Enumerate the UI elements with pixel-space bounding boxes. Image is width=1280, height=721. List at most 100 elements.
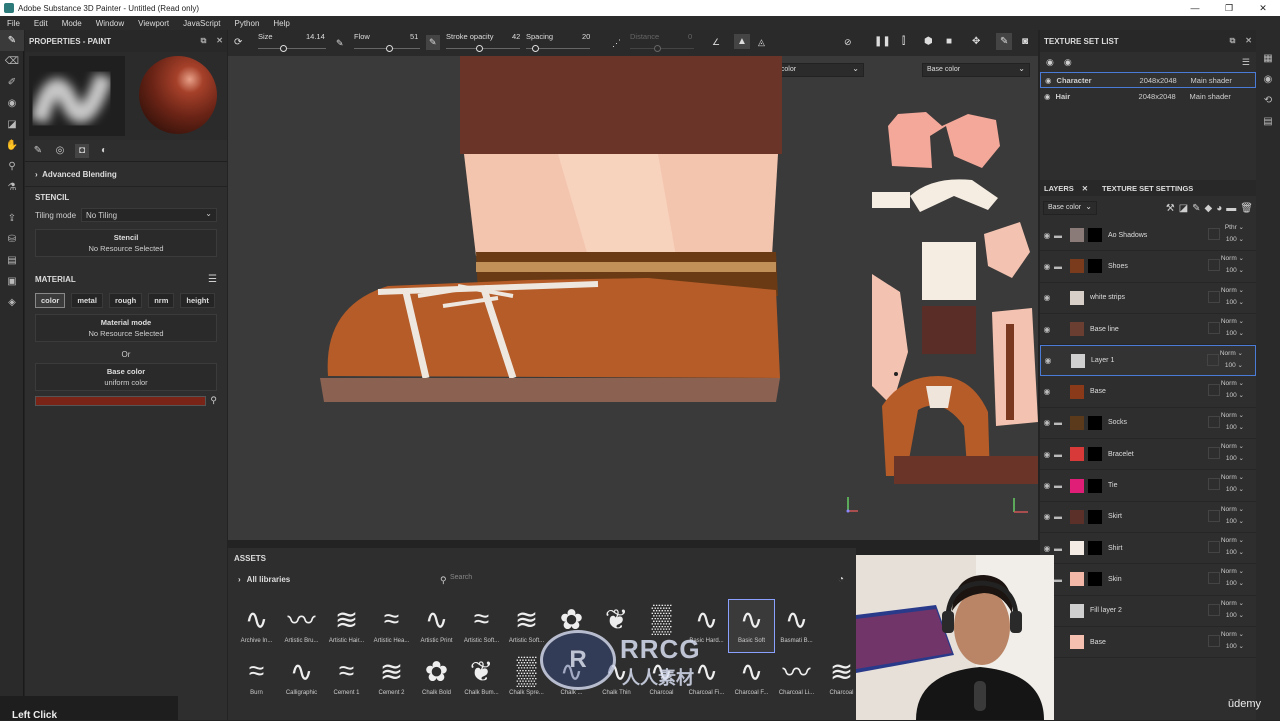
eye-icon[interactable]: ◉ bbox=[1040, 387, 1054, 396]
layer-blend[interactable]: Norm ⌄ 100 ⌄ bbox=[1221, 410, 1244, 434]
float-icon[interactable]: ⧉ bbox=[1230, 36, 1236, 46]
flow-slider-knob[interactable] bbox=[386, 45, 393, 52]
maximize-icon[interactable]: ❐ bbox=[1212, 3, 1246, 14]
brush-item[interactable]: ✿ Chalk Bold bbox=[414, 652, 459, 704]
brush-item[interactable]: ❦ Chalk Bum... bbox=[459, 652, 504, 704]
stencil-resource-box[interactable]: Stencil No Resource Selected bbox=[35, 229, 217, 257]
brush-item[interactable]: ≋ Cement 2 bbox=[369, 652, 414, 704]
layer-row[interactable]: ◉ Layer 1 Norm ⌄ 100 ⌄ bbox=[1040, 345, 1256, 377]
base-color-box[interactable]: Base color uniform color bbox=[35, 363, 217, 391]
layer-blend[interactable]: Norm ⌄ 100 ⌄ bbox=[1221, 504, 1244, 528]
chip-height[interactable]: height bbox=[180, 293, 215, 308]
brush-item[interactable]: ∿ Artistic Print bbox=[414, 600, 459, 652]
eye-icon[interactable]: ◉ bbox=[1040, 512, 1054, 521]
minimize-icon[interactable]: — bbox=[1178, 3, 1212, 14]
brush-item[interactable]: ≈ Cement 1 bbox=[324, 652, 369, 704]
stroke-opacity-slider[interactable] bbox=[446, 45, 520, 52]
visibility-icon[interactable]: ◉ bbox=[1064, 57, 1072, 68]
layer-checkbox[interactable] bbox=[1208, 572, 1220, 585]
layer-row[interactable]: ◉ ▬ Socks Norm ⌄ 100 ⌄ bbox=[1040, 408, 1256, 440]
layer-blend[interactable]: Norm ⌄ 100 ⌄ bbox=[1221, 253, 1244, 277]
brush-item[interactable]: ≈ Burn bbox=[234, 652, 279, 704]
flow-slider[interactable] bbox=[354, 45, 420, 52]
log-icon[interactable]: ▤ bbox=[1256, 111, 1280, 132]
layer-checkbox[interactable] bbox=[1208, 509, 1220, 522]
eye-icon[interactable]: ◉ bbox=[1045, 76, 1052, 85]
eye-icon[interactable]: ◉ bbox=[1040, 262, 1054, 271]
layer-row[interactable]: ◉ ▬ Skirt Norm ⌄ 100 ⌄ bbox=[1040, 502, 1256, 533]
list-menu-icon[interactable]: ☰ bbox=[1242, 57, 1250, 68]
layer-checkbox[interactable] bbox=[1207, 354, 1219, 367]
layer-blend[interactable]: Norm ⌄ 100 ⌄ bbox=[1221, 566, 1244, 590]
viewport-uv[interactable]: Base color bbox=[872, 56, 1038, 540]
brush-item[interactable]: ≋ Artistic Hair... bbox=[324, 600, 369, 652]
add-fill-layer-icon[interactable]: ◆ bbox=[1205, 203, 1213, 214]
eye-icon[interactable]: ◉ bbox=[1040, 450, 1054, 459]
advanced-blending-toggle[interactable]: › Advanced Blending bbox=[35, 164, 217, 184]
brush-item[interactable]: ∿ Basmati B... bbox=[774, 600, 819, 652]
chip-rough[interactable]: rough bbox=[108, 293, 143, 308]
layer-blend[interactable]: Norm ⌄ 100 ⌄ bbox=[1221, 285, 1244, 309]
menu-window[interactable]: Window bbox=[89, 19, 131, 28]
texture-set-row[interactable]: ◉ Hair 2048x2048 Main shader bbox=[1040, 88, 1256, 104]
eye-icon[interactable]: ◉ bbox=[1040, 231, 1054, 240]
layer-row[interactable]: ◉BaseNorm ⌄100 ⌄ bbox=[1040, 627, 1256, 659]
layer-row[interactable]: ◉ ▬ Tie Norm ⌄ 100 ⌄ bbox=[1040, 470, 1256, 502]
brush-item[interactable]: ≈ Artistic Hea... bbox=[369, 600, 414, 652]
layer-mask[interactable] bbox=[1088, 447, 1102, 462]
distance-icon[interactable]: ⋰ bbox=[612, 38, 621, 49]
camera-icon[interactable]: ▣ bbox=[0, 271, 24, 292]
eraser-icon[interactable]: ⌫ bbox=[0, 51, 24, 72]
color-picker-icon[interactable]: ⚗ bbox=[0, 177, 24, 198]
layer-row[interactable]: ◉BaseNorm ⌄100 ⌄ bbox=[1040, 376, 1256, 408]
layer-checkbox[interactable] bbox=[1208, 540, 1220, 553]
layer-blend[interactable]: Norm ⌄ 100 ⌄ bbox=[1221, 535, 1244, 559]
layer-blend[interactable]: Norm ⌄ 100 ⌄ bbox=[1220, 348, 1243, 372]
eye-icon[interactable]: ◉ bbox=[1040, 293, 1054, 302]
brush-item[interactable]: ≈ Artistic Soft... bbox=[459, 600, 504, 652]
hide-icon[interactable]: ⊘ bbox=[844, 37, 852, 48]
brush-tab-icon[interactable]: ✎ bbox=[31, 144, 45, 158]
add-effect-icon[interactable]: ⚒ bbox=[1166, 203, 1175, 214]
layer-row[interactable]: ◉Fill layer 2Norm ⌄100 ⌄ bbox=[1040, 596, 1256, 627]
material-menu-icon[interactable]: ☰ bbox=[208, 274, 217, 285]
material-tab-icon[interactable]: ◐ bbox=[97, 144, 111, 158]
layer-mask[interactable] bbox=[1088, 228, 1102, 243]
size-slider[interactable] bbox=[258, 45, 326, 52]
layer-checkbox[interactable] bbox=[1208, 290, 1220, 303]
eye-icon[interactable]: ◉ bbox=[1040, 418, 1054, 427]
layer-checkbox[interactable] bbox=[1208, 384, 1220, 397]
layer-blend[interactable]: Norm ⌄ 100 ⌄ bbox=[1221, 378, 1244, 402]
panel-close-icon[interactable]: ✕ bbox=[216, 36, 223, 46]
stroke-opacity-knob[interactable] bbox=[476, 45, 483, 52]
hide-all-icon[interactable]: ◉ bbox=[1046, 57, 1054, 68]
menu-help[interactable]: Help bbox=[266, 19, 296, 28]
shelf-icon[interactable]: ◈ bbox=[0, 292, 24, 313]
video-camera-icon[interactable]: ■ bbox=[946, 36, 952, 47]
projection-icon[interactable]: ✐ bbox=[0, 72, 24, 93]
eyedropper-icon[interactable]: ⚲ bbox=[210, 395, 217, 406]
folder-icon[interactable]: ▬ bbox=[1054, 418, 1066, 427]
alpha-tab-icon[interactable]: ◎ bbox=[53, 144, 67, 158]
channel-select-2d[interactable]: Base color bbox=[922, 63, 1030, 77]
menu-mode[interactable]: Mode bbox=[55, 19, 89, 28]
filter-icon[interactable]: ◔ bbox=[838, 574, 844, 585]
history-icon[interactable]: ⟲ bbox=[1256, 90, 1280, 111]
pen-pressure-icon[interactable]: ✎ bbox=[336, 38, 344, 49]
symmetry-icon[interactable]: ▲ bbox=[734, 34, 750, 49]
folder-icon[interactable]: ▬ bbox=[1054, 512, 1066, 521]
flow-pressure-icon[interactable]: ✎ bbox=[426, 35, 440, 50]
angle-icon[interactable]: ∠ bbox=[712, 37, 720, 48]
layer-row[interactable]: ◉ ▬ Bracelet Norm ⌄ 100 ⌄ bbox=[1040, 439, 1256, 471]
material-mode-box[interactable]: Material mode No Resource Selected bbox=[35, 314, 217, 342]
add-folder-icon[interactable]: ▬ bbox=[1226, 203, 1236, 214]
layer-blend[interactable]: Pthr ⌄ 100 ⌄ bbox=[1225, 222, 1244, 246]
layer-blend[interactable]: Norm ⌄ 100 ⌄ bbox=[1221, 472, 1244, 496]
spacing-slider[interactable] bbox=[526, 45, 590, 52]
delete-layer-icon[interactable]: 🗑 bbox=[1240, 203, 1253, 214]
stencil-tab-icon[interactable]: ◘ bbox=[75, 143, 89, 158]
float-icon[interactable]: ⧉ bbox=[201, 36, 207, 46]
chip-metal[interactable]: metal bbox=[71, 293, 103, 308]
eye-icon[interactable]: ◉ bbox=[1040, 481, 1054, 490]
layer-checkbox[interactable] bbox=[1208, 447, 1220, 460]
